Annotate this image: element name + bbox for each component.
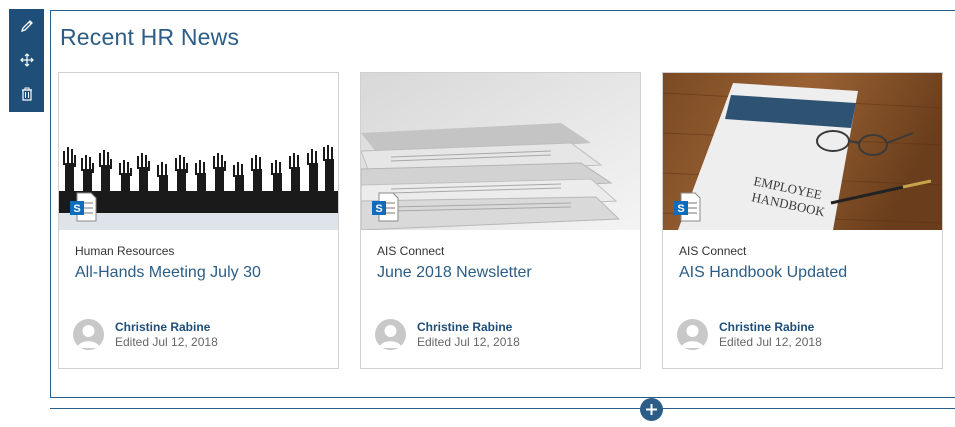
svg-text:S: S xyxy=(73,203,80,215)
author-avatar xyxy=(677,319,708,350)
author-name[interactable]: Christine Rabine xyxy=(115,320,210,334)
edit-webpart-button[interactable] xyxy=(9,9,44,43)
edited-date: Edited Jul 12, 2018 xyxy=(115,335,218,349)
move-webpart-button[interactable] xyxy=(9,43,44,77)
svg-text:S: S xyxy=(677,203,684,215)
card-title-link[interactable]: All-Hands Meeting July 30 xyxy=(75,264,261,282)
news-card[interactable]: S AIS Connect June 2018 Newsletter Chris… xyxy=(360,72,641,369)
webpart-edit-toolbar xyxy=(9,9,44,112)
sharepoint-page-icon: S xyxy=(371,192,399,222)
move-icon xyxy=(19,53,34,67)
news-card[interactable]: S Human Resources All-Hands Meeting July… xyxy=(58,72,339,369)
news-thumbnail: S xyxy=(59,73,338,230)
news-thumbnail: EMPLOYEE HANDBOOK S xyxy=(663,73,942,230)
trash-icon xyxy=(21,87,32,101)
svg-text:S: S xyxy=(375,203,382,215)
author-avatar xyxy=(375,319,406,350)
pencil-icon xyxy=(20,20,33,33)
section-title: Recent HR News xyxy=(60,24,240,50)
author-name[interactable]: Christine Rabine xyxy=(719,320,814,334)
card-title-link[interactable]: June 2018 Newsletter xyxy=(377,264,532,282)
card-title-link[interactable]: AIS Handbook Updated xyxy=(679,264,847,282)
add-section-button[interactable] xyxy=(640,398,663,421)
add-section-divider xyxy=(50,408,955,409)
sharepoint-page-icon: S xyxy=(673,192,701,222)
plus-icon xyxy=(646,404,657,415)
card-category: AIS Connect xyxy=(377,244,445,258)
author-name[interactable]: Christine Rabine xyxy=(417,320,512,334)
news-thumbnail: S xyxy=(361,73,640,230)
edited-date: Edited Jul 12, 2018 xyxy=(719,335,822,349)
news-card[interactable]: EMPLOYEE HANDBOOK S AIS Connect AIS Hand… xyxy=(662,72,943,369)
card-category: AIS Connect xyxy=(679,244,747,258)
card-category: Human Resources xyxy=(75,244,175,258)
edited-date: Edited Jul 12, 2018 xyxy=(417,335,520,349)
sharepoint-page-icon: S xyxy=(69,192,97,222)
author-avatar xyxy=(73,319,104,350)
delete-webpart-button[interactable] xyxy=(9,77,44,111)
